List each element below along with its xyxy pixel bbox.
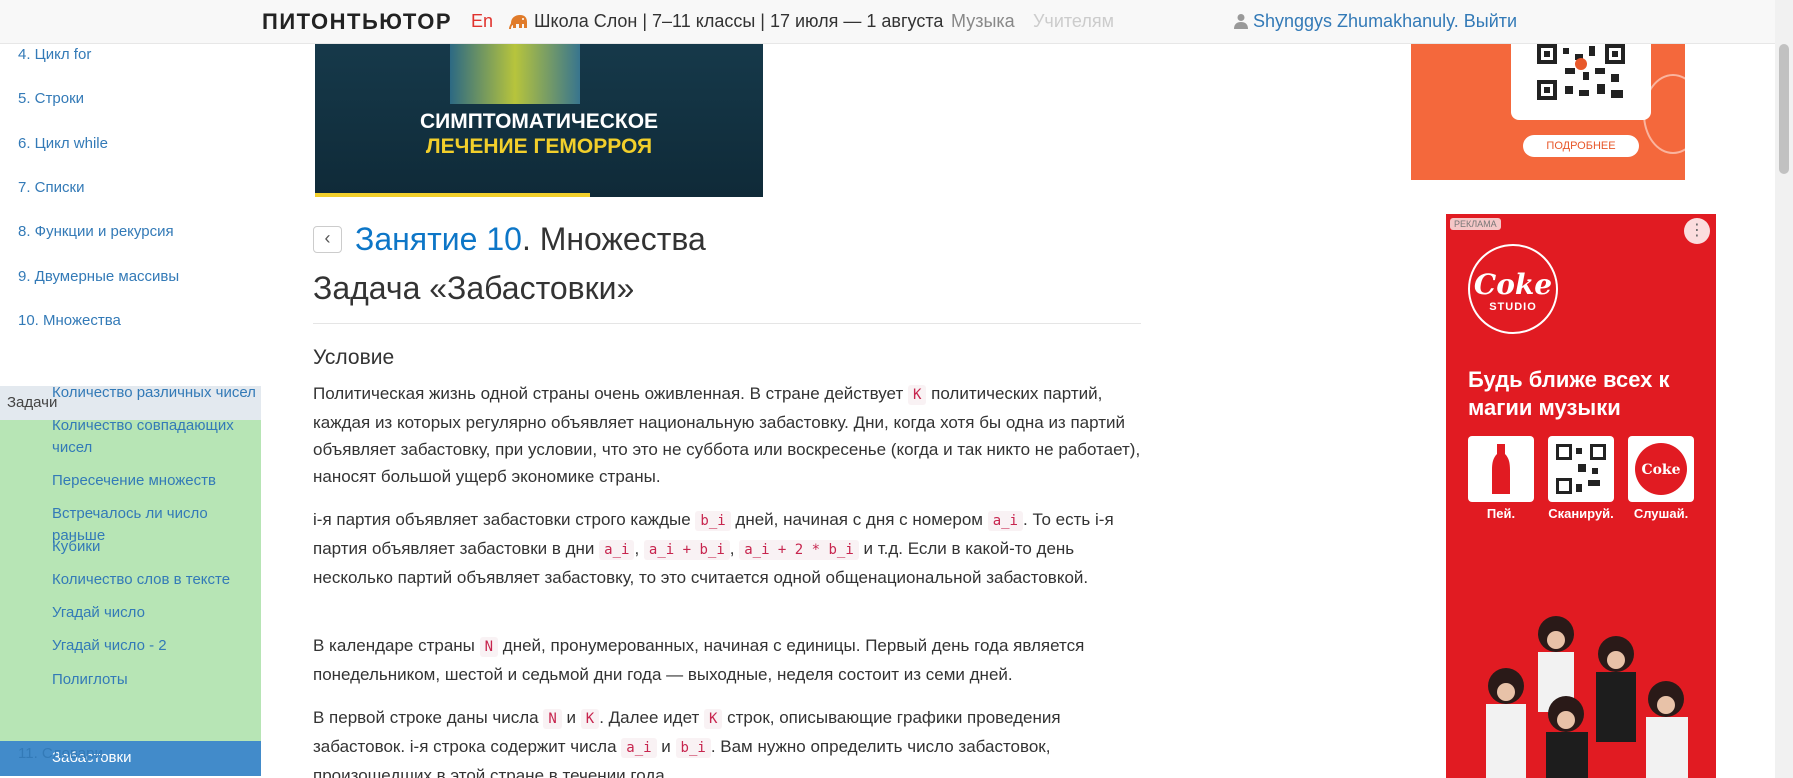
condition-paragraph-2: i-я партия объявляет забастовки строго к… [313,510,1114,587]
ad-menu-button[interactable]: ⋮ [1684,218,1710,244]
side-ad-coke[interactable]: РЕКЛАМА ⋮ Coke STUDIO Будь ближе всех к … [1446,214,1716,778]
music-link[interactable]: Музыка [951,11,1015,32]
sidebar-lesson-4[interactable]: 4. Цикл for [0,46,261,63]
ad-slogan: Будь ближе всех к магии музыки [1468,367,1670,420]
ad-more-button[interactable]: ПОДРОБНЕЕ [1523,135,1639,157]
sidebar-lesson-9[interactable]: 9. Двумерные массивы [0,268,261,285]
lesson-title-rest: . Множества [521,221,706,257]
caption-scan: Сканируй. [1548,506,1614,521]
caption-drink: Пей. [1486,506,1516,521]
title-divider [313,323,1141,324]
task-item[interactable]: Пересечение множеств [52,470,257,492]
back-button[interactable]: ‹ [313,226,342,253]
qr-tile-icon [1548,436,1614,502]
lesson-sidebar: 4. Цикл for 5. Строки 6. Цикл while 7. С… [0,44,261,778]
side-ad-top[interactable]: ПОДРОБНЕЕ [1411,44,1685,180]
group-photo-image [1446,594,1716,778]
banner-line-2: ЛЕЧЕНИЕ ГЕМОРРОЯ [425,135,653,158]
caption-listen: Слушай. [1633,506,1689,521]
user-icon [1234,14,1248,29]
top-navbar: ПИТОНТЬЮТОР En Школа Слон | 7–11 классы … [0,0,1775,44]
coke-tile-icon: Coke [1628,436,1694,502]
task-item[interactable]: Полиглоты [52,669,257,691]
sidebar-lesson-8[interactable]: 8. Функции и рекурсия [0,223,261,240]
task-item[interactable]: Количество различных чисел [52,382,257,404]
task-item[interactable]: Угадай число [52,602,257,624]
svg-text:Coke: Coke [1641,462,1680,478]
scrollbar-thumb[interactable] [1779,44,1789,174]
ad-label: РЕКЛАМА [1450,218,1501,230]
coke-studio-logo: Coke STUDIO [1468,244,1558,334]
page-scrollbar[interactable] [1775,0,1793,778]
brand-logo[interactable]: ПИТОНТЬЮТОР [262,9,452,35]
sidebar-lesson-6[interactable]: 6. Цикл while [0,135,261,152]
banner-line-1: СИМПТОМАТИЧЕСКОЕ [419,110,659,133]
task-item[interactable]: Количество слов в тексте [52,569,257,591]
task-item[interactable]: Количество совпадающих чисел [52,415,257,459]
sidebar-lesson-7[interactable]: 7. Списки [0,179,261,196]
condition-paragraph-1: Политическая жизнь одной страны очень ож… [313,384,1141,486]
sidebar-lesson-11[interactable]: 11. Словари [0,745,261,762]
sidebar-lesson-5[interactable]: 5. Строки [0,90,261,107]
lesson-title: Занятие 10. Множества [355,221,706,258]
condition-paragraph-3: В календаре страны N дней, пронумерованн… [313,636,1085,684]
teachers-link[interactable]: Учителям [1033,11,1114,32]
qr-code-icon [1535,44,1627,102]
condition-heading: Условие [313,346,395,369]
condition-paragraph-4: В первой строке даны числа N и K. Далее … [313,708,1061,778]
elephant-icon [509,15,527,29]
qr-card [1511,44,1651,120]
banner-progress-bar [315,193,590,197]
user-logout-link[interactable]: Shynggys Zhumakhanuly. Выйти [1253,11,1517,32]
task-item[interactable]: Угадай число - 2 [52,635,257,657]
sidebar-lesson-10[interactable]: 10. Множества [0,312,261,329]
school-promo-link[interactable]: Школа Слон | 7–11 классы | 17 июля — 1 а… [534,11,943,32]
bottle-icon [1468,436,1534,502]
task-item[interactable]: Кубики [52,536,257,558]
product-box-image [450,44,580,104]
banner-ad[interactable]: СИМПТОМАТИЧЕСКОЕ ЛЕЧЕНИЕ ГЕМОРРОЯ [315,44,763,197]
lesson-link[interactable]: Занятие 10 [355,221,522,257]
language-switch-link[interactable]: En [471,11,493,32]
task-title: Задача «Забастовки» [313,270,635,306]
